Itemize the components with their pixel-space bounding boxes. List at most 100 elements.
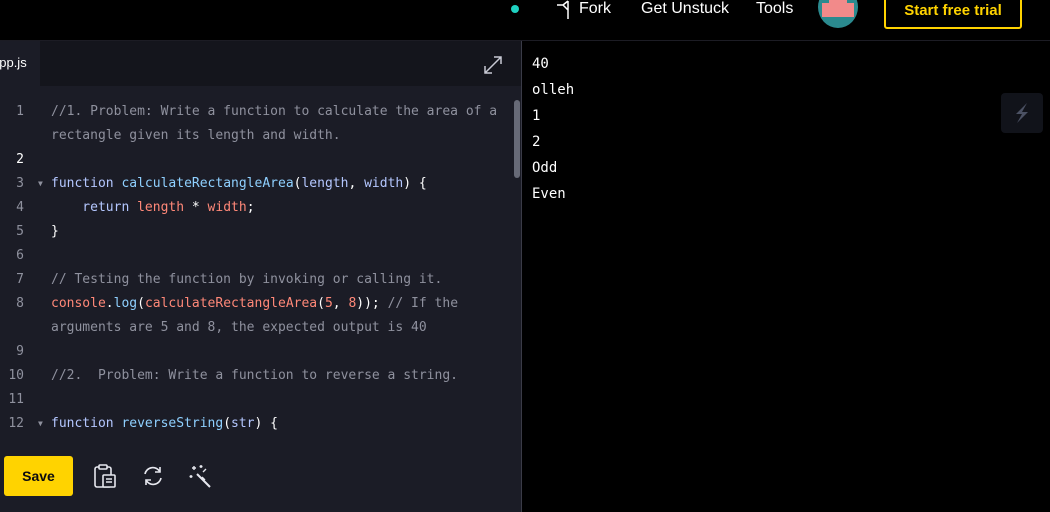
get-unstuck-menu[interactable]: Get Unstuck bbox=[641, 0, 729, 19]
start-free-trial-label: Start free trial bbox=[904, 2, 1002, 19]
code-line[interactable]: 6 bbox=[0, 244, 510, 268]
code-token: //1. Problem: Write a function to calcul… bbox=[51, 104, 498, 119]
tools-menu[interactable]: Tools bbox=[756, 0, 793, 19]
code-line[interactable]: 12 ▼ function reverseString(str) { bbox=[0, 412, 510, 436]
code-line[interactable]: 3 ▼ function calculateRectangleArea(length… bbox=[0, 172, 510, 196]
code-token: ( bbox=[317, 296, 325, 311]
save-button[interactable]: Save bbox=[4, 456, 73, 496]
clipboard-icon[interactable] bbox=[92, 463, 118, 489]
editor-scrollbar[interactable] bbox=[514, 100, 520, 178]
code-token: width bbox=[207, 200, 247, 215]
code-area[interactable]: 1 //1. Problem: Write a function to calcu… bbox=[0, 100, 510, 438]
line-number: 4 bbox=[16, 200, 24, 215]
code-text: rectangle given its length and width. bbox=[51, 124, 341, 148]
code-token: ; bbox=[246, 200, 255, 215]
code-token: // If the bbox=[387, 296, 459, 311]
fork-label: Fork bbox=[579, 0, 611, 17]
console-output-line: 1 bbox=[532, 108, 541, 124]
console-output-line: olleh bbox=[532, 82, 575, 98]
fork-icon bbox=[557, 0, 569, 19]
expand-icon[interactable] bbox=[482, 54, 504, 76]
line-number: 12 bbox=[8, 416, 24, 431]
editor-tab-bar: app.js bbox=[0, 41, 521, 86]
console-output-line: Odd bbox=[532, 160, 558, 176]
line-number: 1 bbox=[16, 104, 24, 119]
code-token: arguments are 5 and 8, the expected outp… bbox=[51, 320, 427, 335]
code-token: str bbox=[231, 416, 255, 431]
code-token: log bbox=[113, 296, 138, 311]
line-number: 6 bbox=[16, 248, 24, 263]
editor-toolbar: Save bbox=[0, 439, 521, 512]
code-token: calculateRectangleArea bbox=[121, 176, 294, 191]
code-token: ( bbox=[223, 416, 232, 431]
code-text: } bbox=[51, 220, 59, 244]
code-line[interactable]: arguments are 5 and 8, the expected outp… bbox=[0, 316, 510, 340]
code-token: ) { bbox=[254, 416, 278, 431]
tools-label: Tools bbox=[756, 0, 794, 17]
file-tab-label: app.js bbox=[0, 55, 27, 70]
code-token: console bbox=[51, 296, 106, 311]
code-text: //1. Problem: Write a function to calcul… bbox=[51, 100, 497, 124]
code-line[interactable]: 4 return length * width; bbox=[0, 196, 510, 220]
code-text: return length * width; bbox=[51, 196, 255, 220]
console-output-line: 2 bbox=[532, 134, 541, 150]
code-token: } bbox=[51, 224, 59, 239]
code-token: , bbox=[348, 176, 365, 191]
code-text: // Testing the function by invoking or c… bbox=[51, 268, 442, 292]
code-token: ( bbox=[137, 296, 145, 311]
refresh-icon[interactable] bbox=[140, 463, 166, 489]
fold-arrow-icon[interactable]: ▼ bbox=[38, 412, 43, 436]
line-number: 8 bbox=[16, 296, 24, 311]
code-token: // Testing the function by invoking or c… bbox=[51, 272, 443, 287]
status-dot bbox=[511, 5, 519, 13]
lightning-icon bbox=[1016, 103, 1028, 123]
code-token: calculateRectangleArea bbox=[144, 296, 318, 311]
code-token: , bbox=[332, 296, 349, 311]
code-line[interactable]: 9 bbox=[0, 340, 510, 364]
line-number: 10 bbox=[8, 368, 24, 383]
code-line[interactable]: 1 //1. Problem: Write a function to calcu… bbox=[0, 100, 510, 124]
code-token: reverseString bbox=[121, 416, 224, 431]
code-line[interactable]: 7 // Testing the function by invoking or … bbox=[0, 268, 510, 292]
code-text: function calculateRectangleArea(length, … bbox=[51, 172, 427, 196]
format-magic-wand-icon[interactable] bbox=[188, 463, 214, 489]
file-tab-app-js[interactable]: app.js bbox=[0, 41, 40, 86]
code-text: //2. Problem: Write a function to revers… bbox=[51, 364, 458, 388]
floating-action-button[interactable] bbox=[1001, 93, 1043, 133]
code-text: arguments are 5 and 8, the expected outp… bbox=[51, 316, 427, 340]
code-token: function bbox=[51, 416, 122, 431]
code-token: 5 bbox=[324, 296, 333, 311]
code-token: . bbox=[105, 296, 114, 311]
code-token: rectangle given its length and width. bbox=[51, 128, 341, 143]
console-output-line: 40 bbox=[532, 56, 549, 72]
code-token: //2. Problem: Write a function to revers… bbox=[51, 368, 458, 383]
code-token: * bbox=[184, 200, 208, 215]
code-token: width bbox=[364, 176, 404, 191]
start-free-trial-button[interactable]: Start free trial bbox=[884, 0, 1022, 29]
fork-button[interactable]: Fork bbox=[555, 0, 611, 19]
code-line[interactable]: 10 //2. Problem: Write a function to reve… bbox=[0, 364, 510, 388]
code-text: function reverseString(str) { bbox=[51, 412, 278, 436]
code-token: ) { bbox=[403, 176, 427, 191]
code-line[interactable]: 5} bbox=[0, 220, 510, 244]
console-output-line: Even bbox=[532, 186, 566, 202]
line-number: 7 bbox=[16, 272, 24, 287]
line-number: 9 bbox=[16, 344, 24, 359]
code-line[interactable]: 11 bbox=[0, 388, 510, 412]
code-token: return bbox=[51, 200, 138, 215]
code-line[interactable]: 8 console.log(calculateRectangleArea(5, 8… bbox=[0, 292, 510, 316]
code-line[interactable]: 2 bbox=[0, 148, 510, 172]
code-token: length bbox=[137, 200, 185, 215]
console-output-panel: 40 olleh 1 2 Odd Even bbox=[522, 41, 1050, 512]
line-number: 11 bbox=[8, 392, 24, 407]
code-token: )); bbox=[356, 296, 388, 311]
avatar[interactable] bbox=[818, 0, 858, 28]
line-number: 3 bbox=[16, 176, 24, 191]
code-editor-panel: app.js 1 //1. Problem: Write a function t… bbox=[0, 41, 521, 512]
fold-arrow-icon[interactable]: ▼ bbox=[38, 172, 43, 196]
get-unstuck-label: Get Unstuck bbox=[641, 0, 730, 17]
save-label: Save bbox=[22, 468, 55, 484]
code-line[interactable]: rectangle given its length and width. bbox=[0, 124, 510, 148]
code-token: length bbox=[301, 176, 349, 191]
top-nav: Fork Get Unstuck Tools Start free trial bbox=[0, 0, 1050, 41]
